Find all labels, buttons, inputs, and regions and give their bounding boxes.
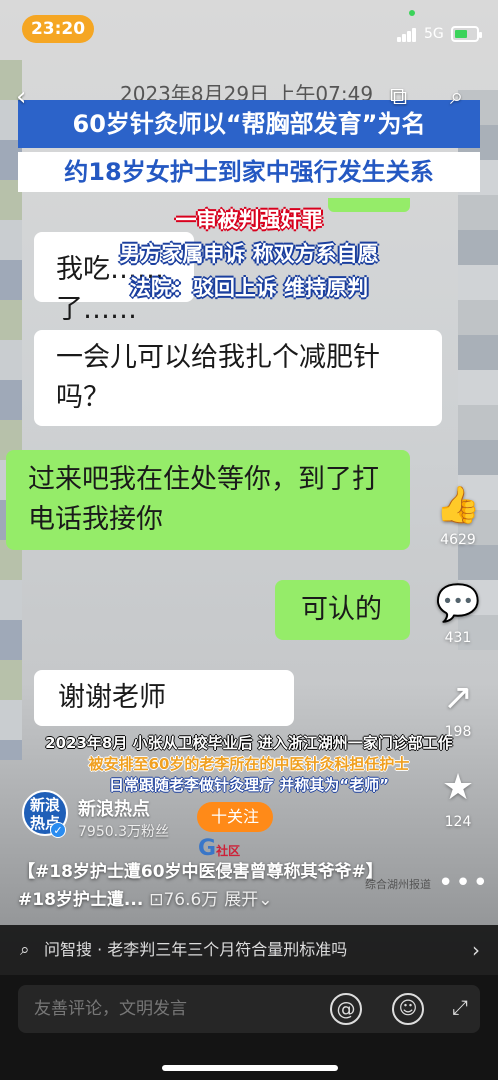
battery-icon bbox=[451, 26, 482, 42]
star-icon: ★ bbox=[441, 767, 475, 808]
emoji-icon[interactable]: ☺ bbox=[392, 993, 424, 1025]
caption-line-3: 日常跟随老李做针灸理疗 并称其为“老师” bbox=[109, 776, 389, 794]
cast-screen-icon[interactable]: ⧉ bbox=[390, 82, 407, 110]
chevron-right-icon: › bbox=[472, 938, 480, 962]
chat-bubble-thanks: 谢谢老师 bbox=[34, 670, 294, 726]
follow-button[interactable]: 十关注 bbox=[197, 802, 273, 832]
caption-line-1: 2023年8月 小张从卫校毕业后 进入浙江湖州一家门诊部工作 bbox=[45, 734, 453, 752]
comment-count: 431 bbox=[444, 630, 472, 646]
author-name[interactable]: 新浪热点 bbox=[78, 795, 150, 821]
subtitle-verdict: 一审被判强奸罪 bbox=[175, 208, 323, 232]
view-count: ⊡76.6万 bbox=[149, 890, 219, 910]
network-type: 5G bbox=[424, 26, 444, 42]
home-indicator bbox=[162, 1065, 338, 1071]
favorite-button[interactable]: ★ 124 bbox=[428, 766, 488, 830]
like-count: 4629 bbox=[440, 532, 476, 548]
status-time: 23:20 bbox=[22, 15, 94, 43]
share-count: 198 bbox=[444, 724, 472, 740]
subtitle-court: 法院：驳回上诉 维持原判 bbox=[129, 276, 369, 300]
search-icon[interactable]: ⌕ bbox=[450, 82, 463, 110]
expand-input-icon[interactable]: ⤢ bbox=[452, 995, 468, 1019]
chat-bubble-reply: 过来吧我在住处等你，到了打电话我接你 bbox=[6, 450, 410, 550]
share-button[interactable]: ↗ 198 bbox=[428, 676, 488, 740]
mention-icon[interactable]: @ bbox=[330, 993, 362, 1025]
headline-banner: 60岁针灸师以“帮胸部发育”为名 bbox=[18, 100, 480, 148]
more-options-icon[interactable]: ••• bbox=[438, 868, 490, 898]
related-search-bar[interactable]: ⌕ 问智搜 · 老李判三年三个月符合量刑标准吗 › bbox=[0, 925, 498, 975]
share-icon: ↗ bbox=[442, 677, 474, 718]
subtitle-appeal: 男方家属申诉 称双方系自愿 bbox=[119, 242, 379, 266]
comment-placeholder: 友善评论，文明发言 bbox=[34, 999, 187, 1019]
search-query-icon: ⌕ bbox=[20, 940, 30, 960]
chat-bubble-message: 一会儿可以给我扎个减肥针吗？ bbox=[34, 330, 442, 426]
headline-banner-secondary: 约18岁女护士到家中强行发生关系 bbox=[18, 152, 480, 192]
related-search-text: 问智搜 · 老李判三年三个月符合量刑标准吗 bbox=[44, 940, 348, 959]
expand-button[interactable]: 展开⌄ bbox=[224, 890, 272, 910]
thumbs-up-icon: 👍 bbox=[435, 485, 481, 526]
status-bar: 23:20 5G bbox=[0, 0, 498, 58]
back-icon[interactable]: ‹ bbox=[16, 82, 26, 112]
verified-badge-icon: ✓ bbox=[50, 822, 66, 838]
like-button[interactable]: 👍 4629 bbox=[428, 484, 488, 548]
bottom-bar: 友善评论，文明发言 @ ☺ ⤢ bbox=[0, 975, 498, 1080]
privacy-dot-icon bbox=[409, 10, 415, 16]
comment-input[interactable]: 友善评论，文明发言 @ ☺ ⤢ bbox=[18, 985, 480, 1033]
video-description[interactable]: 【#18岁护士遭60岁中医侵害曾尊称其爷爷#】#18岁护士遭... ⊡76.6万… bbox=[18, 858, 388, 914]
chat-bubble-reply-short: 可认的 bbox=[275, 580, 410, 640]
signal-icon bbox=[397, 28, 417, 42]
favorite-count: 124 bbox=[444, 814, 472, 830]
author-fans: 7950.3万粉丝 bbox=[78, 824, 169, 840]
caption-line-2: 被安排至60岁的老李所在的中医针灸科担任护士 bbox=[88, 755, 410, 773]
comment-button[interactable]: 💬 431 bbox=[428, 582, 488, 646]
comment-bubble-icon: 💬 bbox=[435, 583, 481, 624]
